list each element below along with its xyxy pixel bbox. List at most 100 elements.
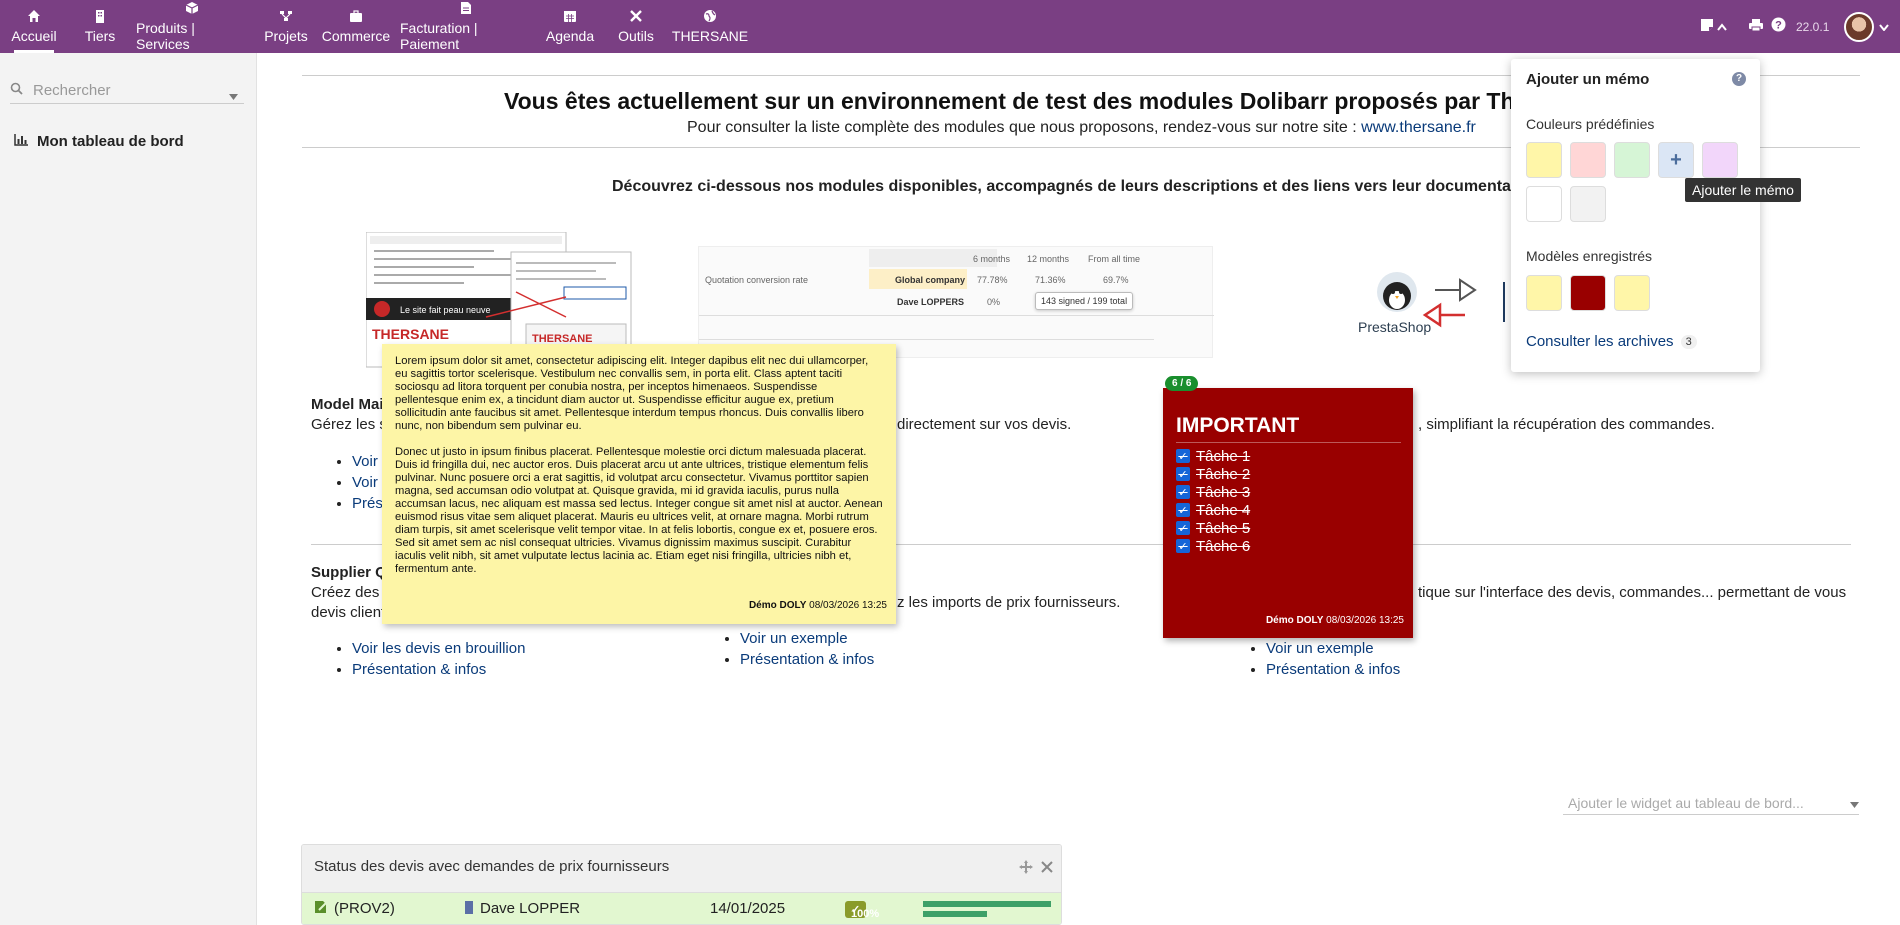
color-swatch-grey[interactable] [1570, 186, 1606, 222]
add-color-button[interactable]: + [1658, 142, 1694, 178]
chevron-up-icon [1717, 18, 1727, 35]
subline-text: Pour consulter la liste complète des mod… [687, 119, 1362, 136]
task-item[interactable]: ✓ Tâche 3 [1176, 483, 1401, 501]
client-link[interactable]: Dave LOPPER [480, 900, 580, 917]
print-icon [1748, 18, 1764, 36]
module-text: directement sur vos devis. [897, 416, 1072, 433]
color-swatch-pink[interactable] [1570, 142, 1606, 178]
progress-bar [923, 911, 987, 917]
progress-bar [923, 901, 1051, 907]
percent-value: 100% [851, 908, 880, 920]
list-item: Présentation & infos [740, 649, 874, 670]
memo-footer: Démo DOLY 08/03/2026 13:25 [1266, 615, 1404, 626]
memo-red[interactable]: 6 / 6 IMPORTANT ✓ Tâche 1 ✓ Tâche 2 ✓ Tâche… [1163, 376, 1413, 638]
close-icon[interactable] [1041, 860, 1053, 877]
nav-outils[interactable]: Outils [614, 0, 658, 53]
checkbox-checked-icon[interactable]: ✓ [1176, 539, 1190, 553]
module-link[interactable]: Voir [352, 474, 378, 491]
nav-agenda[interactable]: Agenda [546, 0, 594, 53]
help-icon: ? [1771, 17, 1786, 36]
sidebar: Rechercher Mon tableau de bord [0, 53, 257, 925]
memo-title: IMPORTANT [1176, 414, 1401, 443]
percent-badge: 100% ✓ [845, 901, 879, 920]
nav-label: Commerce [321, 28, 391, 44]
building-icon [93, 9, 107, 23]
checkbox-checked-icon[interactable]: ✓ [1176, 503, 1190, 517]
svg-text:THERSANE: THERSANE [372, 326, 449, 342]
print-button[interactable] [1748, 0, 1764, 53]
nav-thersane[interactable]: THERSANE [672, 0, 748, 53]
task-count-badge: 6 / 6 [1165, 376, 1199, 391]
module-link[interactable]: Prés [352, 495, 383, 512]
module-link[interactable]: Voir les devis en brouillion [352, 640, 525, 657]
cube-icon [185, 1, 199, 15]
stats-tooltip: 143 signed / 199 total [1035, 292, 1134, 310]
quote-ref-link[interactable]: (PROV2) [334, 900, 395, 917]
module-link[interactable]: Voir [352, 453, 378, 470]
memo-toggle[interactable] [1700, 0, 1727, 53]
help-button[interactable]: ? [1771, 0, 1786, 53]
task-item[interactable]: ✓ Tâche 4 [1176, 501, 1401, 519]
module-text: tique sur l'interface des devis, command… [1418, 584, 1847, 601]
task-item[interactable]: ✓ Tâche 6 [1176, 537, 1401, 555]
nav-facturation[interactable]: Facturation | Paiement [400, 0, 532, 53]
nav-projets[interactable]: Projets [262, 0, 310, 53]
svg-text:Le site fait peau neuve: Le site fait peau neuve [400, 305, 491, 315]
color-swatch-yellow[interactable] [1526, 142, 1562, 178]
draft-quote-icon [313, 900, 329, 918]
thersane-link[interactable]: www.thersane.fr [1361, 119, 1476, 136]
nav-commerce[interactable]: Commerce [322, 0, 390, 53]
nav-tiers[interactable]: Tiers [80, 0, 120, 53]
checkbox-checked-icon[interactable]: ✓ [1176, 467, 1190, 481]
module-link[interactable]: Présentation & infos [1266, 661, 1400, 678]
sitemap-icon [279, 9, 293, 23]
nav-accueil[interactable]: Accueil [8, 0, 60, 53]
task-label: Tâche 5 [1196, 519, 1251, 537]
module-links: Voir Voir Prés [332, 451, 383, 514]
popup-title: Ajouter un mémo [1526, 71, 1650, 88]
color-swatch-green[interactable] [1614, 142, 1650, 178]
checkbox-checked-icon[interactable]: ✓ [1176, 485, 1190, 499]
widget-header: Status des devis avec demandes de prix f… [302, 845, 1061, 893]
nav-label: Agenda [545, 28, 595, 44]
color-swatch-lilac[interactable] [1702, 142, 1738, 178]
module-link[interactable]: Présentation & infos [352, 661, 486, 678]
help-icon[interactable]: ? [1732, 72, 1746, 86]
task-item[interactable]: ✓ Tâche 1 [1176, 447, 1401, 465]
prestashop-logo: PrestaShop [1355, 270, 1509, 340]
module-links: Voir un exemple Présentation & infos [1246, 638, 1400, 680]
page-subline: Pour consulter la liste complète des mod… [687, 119, 1476, 137]
search-input[interactable]: Rechercher [10, 78, 244, 104]
module-link[interactable]: Voir un exemple [1266, 640, 1374, 657]
memo-yellow[interactable]: Lorem ipsum dolor sit amet, consectetur … [382, 344, 896, 624]
user-menu[interactable] [1844, 0, 1889, 53]
memo-icon [1700, 18, 1714, 36]
saved-model-swatch[interactable] [1570, 275, 1606, 311]
memo-footer: Démo DOLY 08/03/2026 13:25 [749, 599, 887, 612]
search-icon [10, 82, 23, 99]
memo-date: 08/03/2026 13:25 [1326, 615, 1404, 626]
archives-label: Consulter les archives [1526, 333, 1674, 350]
task-label: Tâche 3 [1196, 483, 1251, 501]
task-item[interactable]: ✓ Tâche 2 [1176, 465, 1401, 483]
saved-model-swatch[interactable] [1614, 275, 1650, 311]
module-link[interactable]: Présentation & infos [740, 651, 874, 668]
module-text: Gérez les s [311, 416, 387, 433]
color-swatch-white[interactable] [1526, 186, 1562, 222]
module-link[interactable]: Voir un exemple [740, 630, 848, 647]
task-label: Tâche 6 [1196, 537, 1251, 555]
saved-model-swatch[interactable] [1526, 275, 1562, 311]
table-cell: 0% [987, 297, 1001, 307]
move-icon[interactable] [1019, 860, 1033, 878]
add-widget-select[interactable]: Ajouter le widget au tableau de bord... [1563, 791, 1859, 815]
archives-link[interactable]: Consulter les archives 3 [1526, 333, 1697, 350]
checkbox-checked-icon[interactable]: ✓ [1176, 449, 1190, 463]
sidebar-item-dashboard[interactable]: Mon tableau de bord [14, 133, 184, 150]
invoice-icon [459, 1, 473, 15]
table-cell: Global company [895, 275, 966, 285]
checkbox-checked-icon[interactable]: ✓ [1176, 521, 1190, 535]
module-links: Voir les devis en brouillion Présentatio… [332, 638, 525, 680]
task-item[interactable]: ✓ Tâche 5 [1176, 519, 1401, 537]
nav-produits[interactable]: Produits | Services [136, 0, 248, 53]
table-row[interactable]: (PROV2) Dave LOPPER 14/01/2025 100% ✓ [302, 893, 1061, 924]
